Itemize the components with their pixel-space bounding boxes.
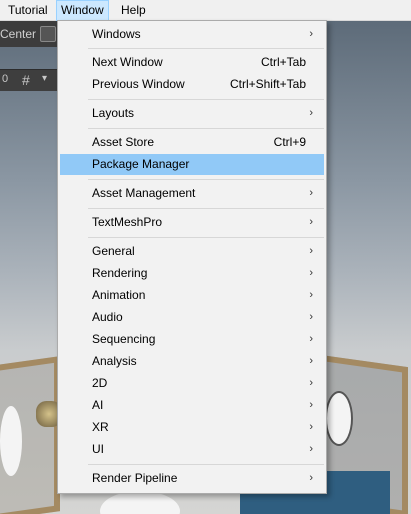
menu-item-label: Asset Store bbox=[92, 135, 155, 149]
menu-item-label: Audio bbox=[92, 310, 123, 324]
menu-item-label: TextMeshPro bbox=[92, 215, 163, 229]
chevron-right-icon: › bbox=[309, 311, 313, 323]
layer-count: 0 bbox=[2, 73, 9, 85]
chevron-right-icon: › bbox=[309, 377, 313, 389]
chevron-right-icon: › bbox=[309, 421, 313, 433]
menu-item-label: Windows bbox=[92, 27, 141, 41]
menu-item-rendering[interactable]: Rendering › bbox=[60, 263, 324, 284]
menu-item-layouts[interactable]: Layouts › bbox=[60, 103, 324, 124]
chevron-right-icon: › bbox=[309, 472, 313, 484]
menu-item-analysis[interactable]: Analysis › bbox=[60, 351, 324, 372]
menu-item-label: AI bbox=[92, 398, 104, 412]
menu-item-animation[interactable]: Animation › bbox=[60, 285, 324, 306]
menu-item-sequencing[interactable]: Sequencing › bbox=[60, 329, 324, 350]
menu-item-next-window[interactable]: Next Window Ctrl+Tab bbox=[60, 52, 324, 73]
menu-help[interactable]: Help bbox=[117, 0, 150, 21]
chevron-right-icon: › bbox=[309, 267, 313, 279]
chevron-right-icon: › bbox=[309, 107, 313, 119]
menu-item-asset-management[interactable]: Asset Management › bbox=[60, 183, 324, 204]
menu-separator bbox=[88, 99, 324, 100]
menu-separator bbox=[88, 237, 324, 238]
scene-view-toolbar: 0 # ▾ bbox=[0, 69, 60, 91]
menu-item-ai[interactable]: AI › bbox=[60, 395, 324, 416]
scene-disc bbox=[0, 406, 22, 476]
menu-item-textmeshpro[interactable]: TextMeshPro › bbox=[60, 212, 324, 233]
menu-item-label: Analysis bbox=[92, 354, 137, 368]
menu-separator bbox=[88, 179, 324, 180]
chevron-right-icon: › bbox=[309, 187, 313, 199]
menu-item-windows[interactable]: Windows › bbox=[60, 24, 324, 45]
chevron-right-icon: › bbox=[309, 399, 313, 411]
menu-item-label: Rendering bbox=[92, 266, 148, 280]
menu-item-label: Previous Window bbox=[92, 77, 185, 91]
scene-toolbar: Center bbox=[0, 21, 60, 47]
chevron-right-icon: › bbox=[309, 216, 313, 228]
grid-icon[interactable]: # bbox=[22, 72, 30, 88]
menu-item-2d[interactable]: 2D › bbox=[60, 373, 324, 394]
shortcut-label: Ctrl+9 bbox=[273, 135, 306, 149]
menu-item-label: Sequencing bbox=[92, 332, 156, 346]
menu-item-general[interactable]: General › bbox=[60, 241, 324, 262]
menu-item-label: Asset Management bbox=[92, 186, 196, 200]
menu-item-label: Animation bbox=[92, 288, 146, 302]
menu-item-ui[interactable]: UI › bbox=[60, 439, 324, 460]
menu-tutorial[interactable]: Tutorial bbox=[4, 0, 52, 21]
menu-item-label: Layouts bbox=[92, 106, 135, 120]
menu-item-render-pipeline[interactable]: Render Pipeline › bbox=[60, 468, 324, 489]
menu-window[interactable]: Window bbox=[56, 0, 109, 21]
menu-item-package-manager[interactable]: Package Manager bbox=[60, 154, 324, 175]
menu-item-label: Render Pipeline bbox=[92, 471, 178, 485]
chevron-right-icon: › bbox=[309, 28, 313, 40]
chevron-right-icon: › bbox=[309, 333, 313, 345]
cube-icon[interactable] bbox=[40, 26, 56, 42]
chevron-right-icon: › bbox=[309, 245, 313, 257]
chevron-right-icon: › bbox=[309, 443, 313, 455]
menu-item-previous-window[interactable]: Previous Window Ctrl+Shift+Tab bbox=[60, 74, 324, 95]
menu-item-xr[interactable]: XR › bbox=[60, 417, 324, 438]
chevron-right-icon: › bbox=[309, 355, 313, 367]
menu-item-label: 2D bbox=[92, 376, 108, 390]
window-menu-dropdown: Windows › Next Window Ctrl+Tab Previous … bbox=[57, 20, 327, 494]
menu-separator bbox=[88, 208, 324, 209]
menu-item-label: XR bbox=[92, 420, 109, 434]
menu-item-asset-store[interactable]: Asset Store Ctrl+9 bbox=[60, 132, 324, 153]
menu-separator bbox=[88, 128, 324, 129]
chevron-down-icon[interactable]: ▾ bbox=[42, 73, 47, 84]
scene-disc bbox=[100, 491, 180, 514]
menu-item-label: Next Window bbox=[92, 55, 163, 69]
menu-item-label: General bbox=[92, 244, 135, 258]
menu-separator bbox=[88, 464, 324, 465]
menu-separator bbox=[88, 48, 324, 49]
shortcut-label: Ctrl+Shift+Tab bbox=[229, 77, 306, 91]
menu-item-label: UI bbox=[92, 442, 104, 456]
shortcut-label: Ctrl+Tab bbox=[260, 55, 306, 69]
menu-item-audio[interactable]: Audio › bbox=[60, 307, 324, 328]
menu-bar: Tutorial Window Help bbox=[0, 0, 411, 21]
pivot-center-toggle[interactable]: Center bbox=[0, 27, 36, 41]
menu-item-label: Package Manager bbox=[92, 157, 190, 171]
scene-disc bbox=[325, 391, 353, 446]
chevron-right-icon: › bbox=[309, 289, 313, 301]
